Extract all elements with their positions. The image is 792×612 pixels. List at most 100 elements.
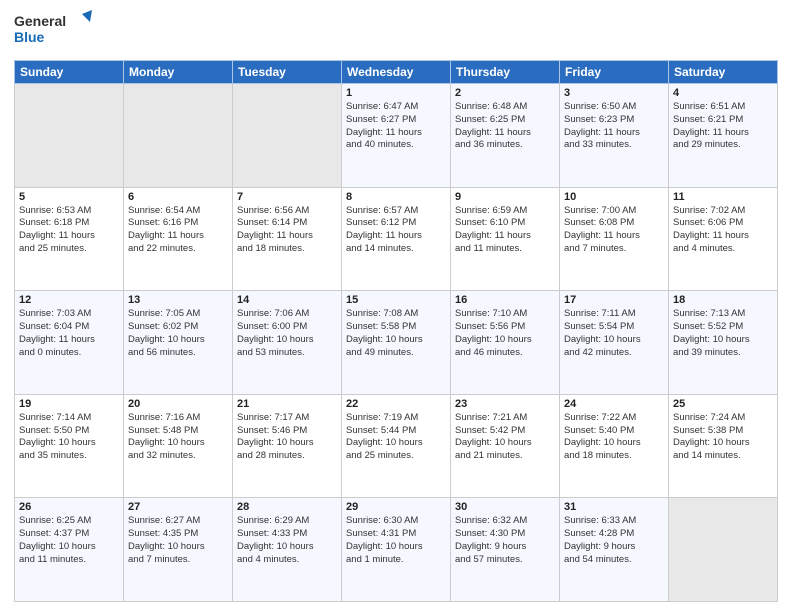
calendar-week-row: 5Sunrise: 6:53 AM Sunset: 6:18 PM Daylig… [15,187,778,291]
calendar-cell [15,84,124,188]
weekday-header-row: SundayMondayTuesdayWednesdayThursdayFrid… [15,61,778,84]
day-number: 2 [455,87,555,99]
calendar-cell [669,498,778,602]
day-number: 20 [128,398,228,410]
day-number: 1 [346,87,446,99]
calendar-cell: 22 Sunrise: 7:19 AM Sunset: 5:44 PM Dayli… [342,394,451,498]
calendar-cell: 15 Sunrise: 7:08 AM Sunset: 5:58 PM Dayli… [342,291,451,395]
calendar-cell: 3 Sunrise: 6:50 AM Sunset: 6:23 PM Daylig… [560,84,669,188]
calendar-page: General Blue SundayMondayTuesdayWednesda… [0,0,792,612]
calendar-cell: 13Sunrise: 7:05 AM Sunset: 6:02 PM Dayli… [124,291,233,395]
calendar-cell: 18 Sunrise: 7:13 AM Sunset: 5:52 PM Dayli… [669,291,778,395]
day-number: 8 [346,191,446,203]
calendar-cell: 6 Sunrise: 6:54 AM Sunset: 6:16 PM Daylig… [124,187,233,291]
day-number: 31 [564,501,664,513]
calendar-cell: 28 Sunrise: 6:29 AM Sunset: 4:33 PM Dayli… [233,498,342,602]
day-info: Sunrise: 6:25 AM Sunset: 4:37 PM Dayligh… [19,515,119,566]
calendar-cell: 23 Sunrise: 7:21 AM Sunset: 5:42 PM Dayli… [451,394,560,498]
day-info: Sunrise: 6:57 AM Sunset: 6:12 PM Dayligh… [346,205,446,256]
day-number: 18 [673,294,773,306]
calendar-cell: 12 Sunrise: 7:03 AM Sunset: 6:04 PM Dayli… [15,291,124,395]
calendar-week-row: 26 Sunrise: 6:25 AM Sunset: 4:37 PM Dayli… [15,498,778,602]
day-number: 28 [237,501,337,513]
calendar-cell [124,84,233,188]
day-number: 26 [19,501,119,513]
page-header: General Blue [14,10,778,54]
logo: General Blue [14,10,94,54]
calendar-cell: 5Sunrise: 6:53 AM Sunset: 6:18 PM Daylig… [15,187,124,291]
calendar-cell: 1Sunrise: 6:47 AM Sunset: 6:27 PM Daylig… [342,84,451,188]
calendar-cell: 11Sunrise: 7:02 AM Sunset: 6:06 PM Dayli… [669,187,778,291]
svg-text:General: General [14,13,66,29]
calendar-cell: 21Sunrise: 7:17 AM Sunset: 5:46 PM Dayli… [233,394,342,498]
calendar-cell: 4Sunrise: 6:51 AM Sunset: 6:21 PM Daylig… [669,84,778,188]
day-info: Sunrise: 6:50 AM Sunset: 6:23 PM Dayligh… [564,101,664,152]
svg-text:Blue: Blue [14,29,45,45]
day-number: 22 [346,398,446,410]
day-number: 24 [564,398,664,410]
calendar-body: 1Sunrise: 6:47 AM Sunset: 6:27 PM Daylig… [15,84,778,602]
weekday-header-saturday: Saturday [669,61,778,84]
day-info: Sunrise: 6:29 AM Sunset: 4:33 PM Dayligh… [237,515,337,566]
calendar-cell: 24Sunrise: 7:22 AM Sunset: 5:40 PM Dayli… [560,394,669,498]
calendar-week-row: 1Sunrise: 6:47 AM Sunset: 6:27 PM Daylig… [15,84,778,188]
day-info: Sunrise: 7:19 AM Sunset: 5:44 PM Dayligh… [346,412,446,463]
day-info: Sunrise: 6:54 AM Sunset: 6:16 PM Dayligh… [128,205,228,256]
calendar-cell: 7 Sunrise: 6:56 AM Sunset: 6:14 PM Daylig… [233,187,342,291]
day-info: Sunrise: 7:02 AM Sunset: 6:06 PM Dayligh… [673,205,773,256]
logo-svg: General Blue [14,10,94,54]
day-info: Sunrise: 7:00 AM Sunset: 6:08 PM Dayligh… [564,205,664,256]
calendar-week-row: 12 Sunrise: 7:03 AM Sunset: 6:04 PM Dayli… [15,291,778,395]
calendar-cell: 25 Sunrise: 7:24 AM Sunset: 5:38 PM Dayli… [669,394,778,498]
day-number: 6 [128,191,228,203]
calendar-cell: 8 Sunrise: 6:57 AM Sunset: 6:12 PM Daylig… [342,187,451,291]
day-number: 13 [128,294,228,306]
day-info: Sunrise: 6:59 AM Sunset: 6:10 PM Dayligh… [455,205,555,256]
day-info: Sunrise: 7:10 AM Sunset: 5:56 PM Dayligh… [455,308,555,359]
day-info: Sunrise: 7:16 AM Sunset: 5:48 PM Dayligh… [128,412,228,463]
weekday-header-thursday: Thursday [451,61,560,84]
calendar-header: SundayMondayTuesdayWednesdayThursdayFrid… [15,61,778,84]
day-number: 9 [455,191,555,203]
day-info: Sunrise: 7:21 AM Sunset: 5:42 PM Dayligh… [455,412,555,463]
day-number: 29 [346,501,446,513]
day-number: 14 [237,294,337,306]
calendar-cell: 31Sunrise: 6:33 AM Sunset: 4:28 PM Dayli… [560,498,669,602]
calendar-cell: 14 Sunrise: 7:06 AM Sunset: 6:00 PM Dayli… [233,291,342,395]
day-info: Sunrise: 7:24 AM Sunset: 5:38 PM Dayligh… [673,412,773,463]
day-number: 25 [673,398,773,410]
day-info: Sunrise: 7:03 AM Sunset: 6:04 PM Dayligh… [19,308,119,359]
calendar-cell: 17 Sunrise: 7:11 AM Sunset: 5:54 PM Dayli… [560,291,669,395]
day-info: Sunrise: 6:30 AM Sunset: 4:31 PM Dayligh… [346,515,446,566]
calendar-cell: 10 Sunrise: 7:00 AM Sunset: 6:08 PM Dayli… [560,187,669,291]
calendar-cell: 9 Sunrise: 6:59 AM Sunset: 6:10 PM Daylig… [451,187,560,291]
calendar-cell: 26 Sunrise: 6:25 AM Sunset: 4:37 PM Dayli… [15,498,124,602]
day-number: 12 [19,294,119,306]
day-info: Sunrise: 7:14 AM Sunset: 5:50 PM Dayligh… [19,412,119,463]
day-number: 17 [564,294,664,306]
weekday-header-monday: Monday [124,61,233,84]
calendar-cell: 20 Sunrise: 7:16 AM Sunset: 5:48 PM Dayli… [124,394,233,498]
day-number: 21 [237,398,337,410]
weekday-header-sunday: Sunday [15,61,124,84]
day-number: 10 [564,191,664,203]
calendar-cell: 16 Sunrise: 7:10 AM Sunset: 5:56 PM Dayli… [451,291,560,395]
day-number: 27 [128,501,228,513]
day-number: 15 [346,294,446,306]
weekday-header-tuesday: Tuesday [233,61,342,84]
day-info: Sunrise: 7:13 AM Sunset: 5:52 PM Dayligh… [673,308,773,359]
day-info: Sunrise: 7:11 AM Sunset: 5:54 PM Dayligh… [564,308,664,359]
day-info: Sunrise: 7:08 AM Sunset: 5:58 PM Dayligh… [346,308,446,359]
day-number: 3 [564,87,664,99]
day-info: Sunrise: 6:56 AM Sunset: 6:14 PM Dayligh… [237,205,337,256]
day-info: Sunrise: 7:06 AM Sunset: 6:00 PM Dayligh… [237,308,337,359]
calendar-week-row: 19 Sunrise: 7:14 AM Sunset: 5:50 PM Dayli… [15,394,778,498]
day-info: Sunrise: 6:32 AM Sunset: 4:30 PM Dayligh… [455,515,555,566]
day-number: 7 [237,191,337,203]
day-number: 16 [455,294,555,306]
calendar-cell: 27Sunrise: 6:27 AM Sunset: 4:35 PM Dayli… [124,498,233,602]
day-number: 23 [455,398,555,410]
day-number: 19 [19,398,119,410]
calendar-cell: 29 Sunrise: 6:30 AM Sunset: 4:31 PM Dayli… [342,498,451,602]
day-info: Sunrise: 6:53 AM Sunset: 6:18 PM Dayligh… [19,205,119,256]
